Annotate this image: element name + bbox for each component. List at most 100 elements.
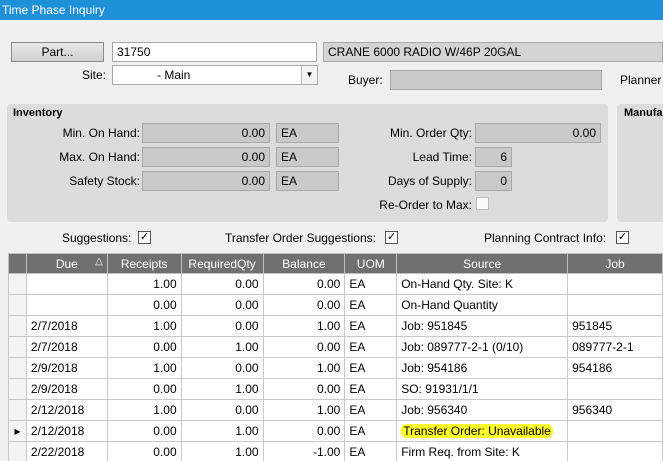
cell-due [25, 273, 108, 295]
cell-uom: EA [344, 378, 398, 400]
safety-stock-field: 0.00 [142, 171, 270, 191]
grid-header-row: Due △ Receipts RequiredQty Balance UOM S… [8, 253, 663, 274]
days-of-supply-label: Days of Supply: [387, 174, 472, 188]
row-selector[interactable] [8, 336, 27, 358]
cell-required: 0.00 [180, 315, 264, 337]
part-description-field: CRANE 6000 RADIO W/46P 20GAL [323, 42, 663, 62]
row-selector[interactable] [8, 441, 27, 461]
cell-source: Transfer Order: Unavailable [396, 420, 569, 442]
part-number-input[interactable]: 31750 [112, 42, 317, 62]
min-order-qty-label: Min. Order Qty: [389, 126, 472, 140]
min-on-hand-label: Min. On Hand: [62, 126, 140, 140]
table-row[interactable]: 2/12/2018 1.00 0.00 1.00 EA Job: 956340 956340 [8, 399, 663, 421]
days-of-supply-field: 0 [475, 171, 512, 191]
cell-due: 2/22/2018 [25, 441, 108, 461]
cell-receipts: 1.00 [106, 315, 182, 337]
cell-due: 2/9/2018 [25, 378, 108, 400]
cell-due: 2/7/2018 [25, 336, 108, 358]
cell-balance: 1.00 [262, 315, 346, 337]
table-row[interactable]: 2/7/2018 1.00 0.00 1.00 EA Job: 951845 951845 [8, 315, 663, 337]
cell-due: 2/7/2018 [25, 315, 108, 337]
cell-balance: 0.00 [262, 420, 346, 442]
cell-job [567, 378, 663, 400]
cell-job: 951845 [567, 315, 663, 337]
table-row[interactable]: 2/9/2018 0.00 1.00 0.00 EA SO: 91931/1/1 [8, 378, 663, 400]
cell-receipts: 0.00 [106, 294, 182, 316]
table-row[interactable]: 0.00 0.00 0.00 EA On-Hand Quantity [8, 294, 663, 316]
cell-uom: EA [344, 399, 398, 421]
cell-job [567, 420, 663, 442]
table-row[interactable]: 2/7/2018 0.00 1.00 0.00 EA Job: 089777-2-1 (0… [8, 336, 663, 358]
column-header-receipts[interactable]: Receipts [106, 253, 182, 274]
max-on-hand-uom: EA [276, 147, 339, 167]
chevron-down-icon[interactable]: ▼ [301, 66, 317, 84]
current-row-icon: ▸ [14, 424, 21, 438]
sort-ascending-icon: △ [95, 256, 103, 267]
column-header-due[interactable]: Due △ [25, 253, 108, 274]
cell-balance: 0.00 [262, 294, 346, 316]
cell-uom: EA [344, 357, 398, 379]
cell-job: 089777-2-1 [567, 336, 663, 358]
cell-job [567, 294, 663, 316]
cell-required: 1.00 [180, 441, 264, 461]
row-selector[interactable]: ▸ [8, 420, 27, 442]
cell-balance: 0.00 [262, 273, 346, 295]
cell-balance: 0.00 [262, 336, 346, 358]
transfer-order-suggestions-label: Transfer Order Suggestions: [225, 231, 376, 245]
cell-job: 956340 [567, 399, 663, 421]
cell-source: Job: 089777-2-1 (0/10) [396, 336, 569, 358]
cell-receipts: 0.00 [106, 336, 182, 358]
cell-source: SO: 91931/1/1 [396, 378, 569, 400]
cell-required: 1.00 [180, 378, 264, 400]
min-on-hand-field: 0.00 [142, 123, 270, 143]
transfer-order-suggestions-checkbox[interactable]: ✓ [385, 231, 398, 244]
part-button[interactable]: Part... [11, 42, 104, 62]
manufacturing-title: Manufa [624, 107, 663, 119]
buyer-field [390, 70, 602, 90]
cell-job: 954186 [567, 357, 663, 379]
row-selector[interactable] [8, 399, 27, 421]
site-dropdown-value: - Main [157, 68, 191, 82]
highlighted-source-text: Transfer Order: Unavailable [401, 424, 553, 438]
row-selector[interactable] [8, 294, 27, 316]
cell-receipts: 1.00 [106, 273, 182, 295]
manufacturing-panel [617, 104, 663, 222]
cell-uom: EA [344, 441, 398, 461]
row-selector[interactable] [8, 357, 27, 379]
cell-source: Job: 954186 [396, 357, 569, 379]
cell-required: 0.00 [180, 357, 264, 379]
reorder-to-max-checkbox[interactable] [476, 197, 489, 210]
row-selector[interactable] [8, 378, 27, 400]
column-header-uom[interactable]: UOM [344, 253, 398, 274]
table-row[interactable]: 2/9/2018 1.00 0.00 1.00 EA Job: 954186 954186 [8, 357, 663, 379]
column-header-job[interactable]: Job [567, 253, 663, 274]
cell-balance: 1.00 [262, 357, 346, 379]
table-row[interactable]: ▸ 2/12/2018 0.00 1.00 0.00 EA Transfer Order: … [8, 420, 663, 442]
max-on-hand-field: 0.00 [142, 147, 270, 167]
cell-uom: EA [344, 273, 398, 295]
column-header-requiredqty[interactable]: RequiredQty [180, 253, 264, 274]
cell-required: 0.00 [180, 273, 264, 295]
row-selector[interactable] [8, 315, 27, 337]
planning-contract-info-checkbox[interactable]: ✓ [616, 231, 629, 244]
cell-source: Job: 956340 [396, 399, 569, 421]
cell-uom: EA [344, 420, 398, 442]
cell-receipts: 0.00 [106, 420, 182, 442]
planning-contract-info-label: Planning Contract Info: [484, 231, 607, 245]
column-header-source[interactable]: Source [396, 253, 569, 274]
cell-source: On-Hand Quantity [396, 294, 569, 316]
column-header-balance[interactable]: Balance [262, 253, 346, 274]
min-on-hand-uom: EA [276, 123, 339, 143]
cell-due: 2/12/2018 [25, 399, 108, 421]
buyer-label: Buyer: [348, 73, 383, 87]
cell-balance: -1.00 [262, 441, 346, 461]
cell-receipts: 1.00 [106, 357, 182, 379]
suggestions-checkbox[interactable]: ✓ [138, 231, 151, 244]
suggestions-label: Suggestions: [62, 231, 132, 245]
cell-source: On-Hand Qty. Site: K [396, 273, 569, 295]
lead-time-field: 6 [475, 147, 512, 167]
row-selector[interactable] [8, 273, 27, 295]
site-dropdown[interactable]: - Main ▼ [112, 65, 318, 85]
table-row[interactable]: 1.00 0.00 0.00 EA On-Hand Qty. Site: K [8, 273, 663, 295]
table-row[interactable]: 2/22/2018 0.00 1.00 -1.00 EA Firm Req. from S… [8, 441, 663, 461]
